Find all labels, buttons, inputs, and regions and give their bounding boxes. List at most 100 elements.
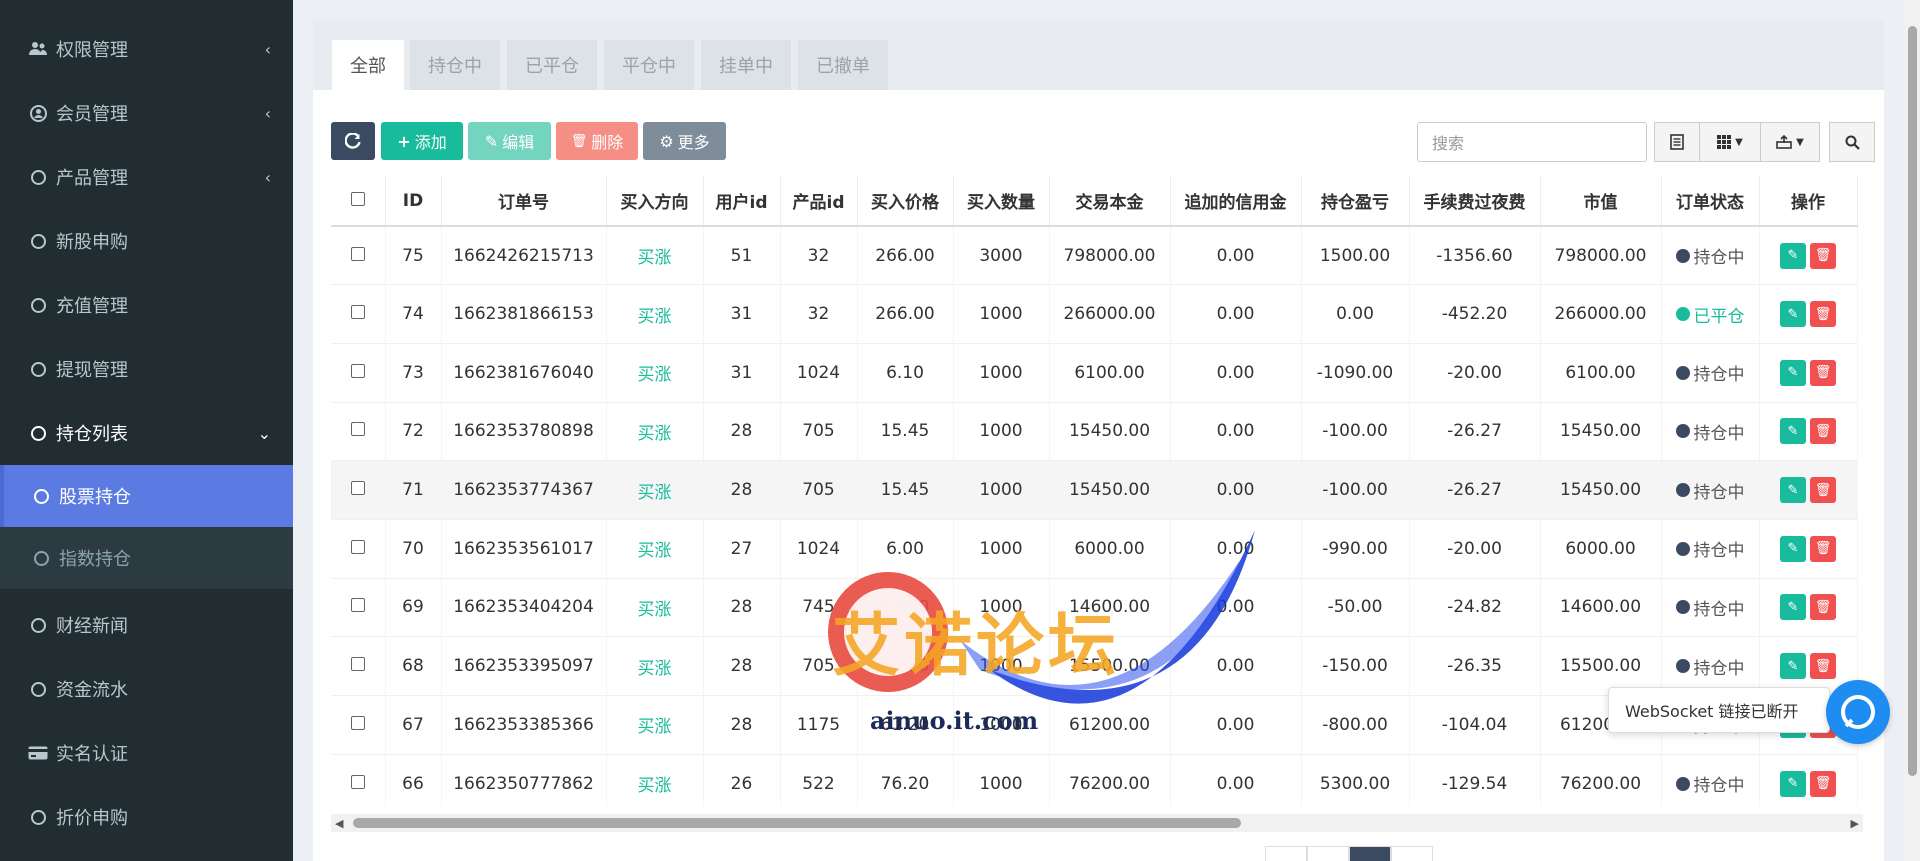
row-checkbox[interactable] <box>350 657 365 672</box>
sidebar-item-ipo[interactable]: 新股申购 <box>0 209 293 273</box>
column-header[interactable]: 产品id <box>780 176 858 227</box>
row-delete-button[interactable]: 🗑 <box>1810 770 1836 797</box>
column-header[interactable]: 买入数量 <box>953 176 1050 227</box>
row-select-cell[interactable] <box>331 695 386 755</box>
row-checkbox[interactable] <box>350 363 365 378</box>
vertical-scrollbar[interactable] <box>1904 0 1920 861</box>
column-header[interactable]: 买入价格 <box>857 176 954 227</box>
page-button[interactable] <box>1307 846 1349 861</box>
horizontal-scrollbar[interactable]: ◀ ▶ <box>331 814 1863 832</box>
row-select-cell[interactable] <box>331 226 386 286</box>
toggle-view-button[interactable] <box>1654 122 1700 162</box>
row-checkbox[interactable] <box>350 715 365 730</box>
column-header[interactable]: 交易本金 <box>1049 176 1171 227</box>
row-select-cell[interactable] <box>331 460 386 520</box>
row-delete-button[interactable]: 🗑 <box>1810 301 1836 328</box>
column-header[interactable]: 买入方向 <box>606 176 704 227</box>
scroll-right-icon[interactable]: ▶ <box>1851 817 1859 830</box>
table-row[interactable]: 71 1662353774367 买涨 28 705 15.45 1000 15450.00 0… <box>331 460 1858 520</box>
sidebar-item-members[interactable]: 会员管理 ‹ <box>0 81 293 145</box>
tab-closed[interactable]: 已平仓 <box>507 40 597 90</box>
row-delete-button[interactable]: 🗑 <box>1810 359 1836 386</box>
tab-all[interactable]: 全部 <box>332 40 404 90</box>
row-checkbox[interactable] <box>350 539 365 554</box>
row-delete-button[interactable]: 🗑 <box>1810 418 1836 445</box>
row-select-cell[interactable] <box>331 519 386 579</box>
sidebar-item-verification[interactable]: 实名认证 <box>0 721 293 785</box>
table-row[interactable]: 74 1662381866153 买涨 31 32 266.00 1000 266000.00… <box>331 284 1858 344</box>
sidebar-item-permissions[interactable]: 权限管理 ‹ <box>0 17 293 81</box>
row-edit-button[interactable]: ✎ <box>1780 242 1806 269</box>
select-all-checkbox[interactable] <box>350 191 365 206</box>
column-header[interactable]: 持仓盈亏 <box>1301 176 1410 227</box>
page-button-current[interactable] <box>1349 846 1391 861</box>
row-select-cell[interactable] <box>331 636 386 696</box>
scrollbar-thumb[interactable] <box>353 818 1241 828</box>
page-button[interactable] <box>1265 846 1307 861</box>
table-row[interactable]: 73 1662381676040 买涨 31 1024 6.10 1000 6100.00 0.… <box>331 343 1858 403</box>
tab-cancelled[interactable]: 已撤单 <box>798 40 888 90</box>
row-checkbox[interactable] <box>350 422 365 437</box>
row-select-cell[interactable] <box>331 578 386 638</box>
column-header[interactable]: 市值 <box>1540 176 1662 227</box>
table-row[interactable]: 72 1662353780898 买涨 28 705 15.45 1000 15450.00 0… <box>331 402 1858 462</box>
row-select-cell[interactable] <box>331 284 386 344</box>
tab-pending[interactable]: 挂单中 <box>701 40 791 90</box>
column-header[interactable]: 订单号 <box>441 176 607 227</box>
sidebar-item-positions[interactable]: 持仓列表 ⌄ <box>0 401 293 465</box>
sidebar-subitem-index-positions[interactable]: 指数持仓 <box>0 527 293 589</box>
sidebar-item-products[interactable]: 产品管理 ‹ <box>0 145 293 209</box>
sidebar-subitem-stock-positions[interactable]: 股票持仓 <box>0 465 293 527</box>
row-select-cell[interactable] <box>331 754 386 806</box>
refresh-button[interactable] <box>331 122 375 160</box>
column-header[interactable]: 追加的信用金 <box>1170 176 1302 227</box>
delete-button[interactable]: 🗑 删除 <box>556 122 638 160</box>
page-button[interactable] <box>1391 846 1433 861</box>
chat-button[interactable] <box>1826 680 1890 744</box>
select-all-cell[interactable] <box>331 176 386 227</box>
column-header[interactable]: 订单状态 <box>1661 176 1760 227</box>
row-edit-button[interactable]: ✎ <box>1780 359 1806 386</box>
column-header[interactable]: 手续费过夜费 <box>1409 176 1541 227</box>
row-edit-button[interactable]: ✎ <box>1780 594 1806 621</box>
row-delete-button[interactable]: 🗑 <box>1810 242 1836 269</box>
table-row[interactable]: 66 1662350777862 买涨 26 522 76.20 1000 76200.00 0… <box>331 754 1858 806</box>
sidebar-item-discount-ipo[interactable]: 折价申购 <box>0 785 293 849</box>
edit-button[interactable]: ✎ 编辑 <box>468 122 551 160</box>
sidebar-item-cashflow[interactable]: 资金流水 <box>0 657 293 721</box>
add-button[interactable]: + 添加 <box>381 122 463 160</box>
row-edit-button[interactable]: ✎ <box>1780 418 1806 445</box>
sidebar-item-news[interactable]: 财经新闻 <box>0 593 293 657</box>
tab-holding[interactable]: 持仓中 <box>410 40 500 90</box>
row-checkbox[interactable] <box>350 481 365 496</box>
row-checkbox[interactable] <box>350 598 365 613</box>
row-checkbox[interactable] <box>350 246 365 261</box>
row-edit-button[interactable]: ✎ <box>1780 535 1806 562</box>
search-input[interactable]: 搜索 <box>1417 122 1647 162</box>
more-button[interactable]: ⚙ 更多 <box>643 122 726 160</box>
row-checkbox[interactable] <box>350 305 365 320</box>
scrollbar-thumb[interactable] <box>1908 26 1917 776</box>
row-edit-button[interactable]: ✎ <box>1780 770 1806 797</box>
table-row[interactable]: 70 1662353561017 买涨 27 1024 6.00 1000 6000.00 0.… <box>331 519 1858 579</box>
sidebar-item-withdraw[interactable]: 提现管理 <box>0 337 293 401</box>
columns-button[interactable]: ▼ <box>1699 122 1761 162</box>
search-button[interactable] <box>1829 122 1875 162</box>
column-header[interactable]: 用户id <box>703 176 781 227</box>
row-edit-button[interactable]: ✎ <box>1780 477 1806 504</box>
row-delete-button[interactable]: 🗑 <box>1810 594 1836 621</box>
row-select-cell[interactable] <box>331 343 386 403</box>
column-header[interactable]: ID <box>385 176 442 227</box>
row-edit-button[interactable]: ✎ <box>1780 301 1806 328</box>
row-delete-button[interactable]: 🗑 <box>1810 653 1836 680</box>
row-edit-button[interactable]: ✎ <box>1780 653 1806 680</box>
table-row[interactable]: 75 1662426215713 买涨 51 32 266.00 3000 798000.00… <box>331 226 1858 286</box>
row-delete-button[interactable]: 🗑 <box>1810 477 1836 504</box>
row-delete-button[interactable]: 🗑 <box>1810 535 1836 562</box>
scroll-left-icon[interactable]: ◀ <box>335 817 343 830</box>
tab-closing[interactable]: 平仓中 <box>604 40 694 90</box>
row-checkbox[interactable] <box>350 774 365 789</box>
sidebar-item-deposit[interactable]: 充值管理 <box>0 273 293 337</box>
export-button[interactable]: ▼ <box>1760 122 1820 162</box>
row-select-cell[interactable] <box>331 402 386 462</box>
